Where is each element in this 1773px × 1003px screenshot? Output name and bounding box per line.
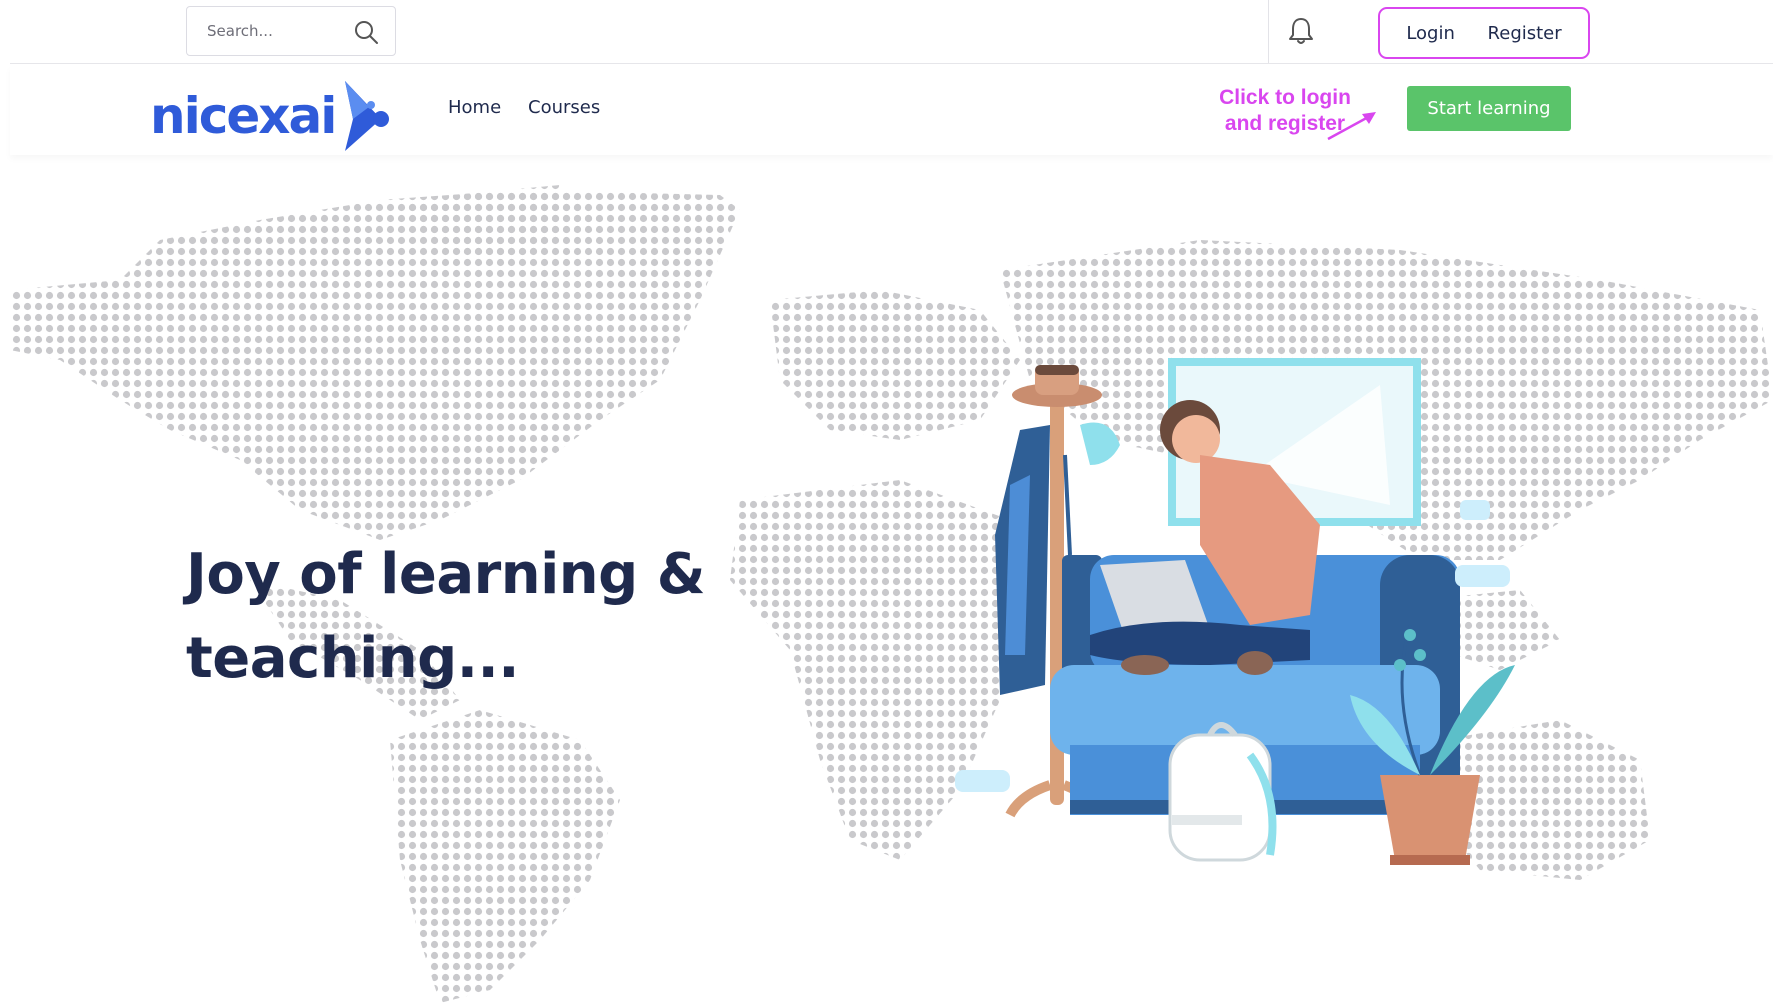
bell-icon[interactable] [1287, 16, 1315, 46]
nicexai-logo-mark-icon [345, 81, 390, 151]
start-learning-button[interactable]: Start learning [1407, 86, 1571, 131]
search-input[interactable] [207, 22, 357, 40]
student-illustration [955, 358, 1515, 865]
register-link[interactable]: Register [1488, 23, 1562, 44]
hero-heading-line-1: Joy of learning & [186, 542, 706, 607]
hero-heading: Joy of learning & teaching... [186, 533, 746, 701]
auth-links-highlight: Login Register [1378, 7, 1590, 59]
nav-courses-link[interactable]: Courses [528, 97, 600, 118]
login-link[interactable]: Login [1406, 23, 1455, 44]
logo-text: nicexai [150, 87, 337, 145]
top-utility-bar: Login Register [10, 0, 1773, 64]
search-box[interactable] [186, 6, 396, 56]
annotation-arrow-icon [1327, 112, 1376, 141]
main-navbar: nicexai Home Courses Click to login and … [10, 65, 1773, 155]
nav-home-link[interactable]: Home [448, 97, 501, 118]
topbar-divider [1268, 0, 1269, 63]
hero-heading-line-2: teaching... [186, 626, 520, 691]
site-logo[interactable]: nicexai [150, 81, 391, 151]
annotation-line-1: Click to login [1219, 86, 1351, 109]
search-icon[interactable] [353, 19, 379, 45]
